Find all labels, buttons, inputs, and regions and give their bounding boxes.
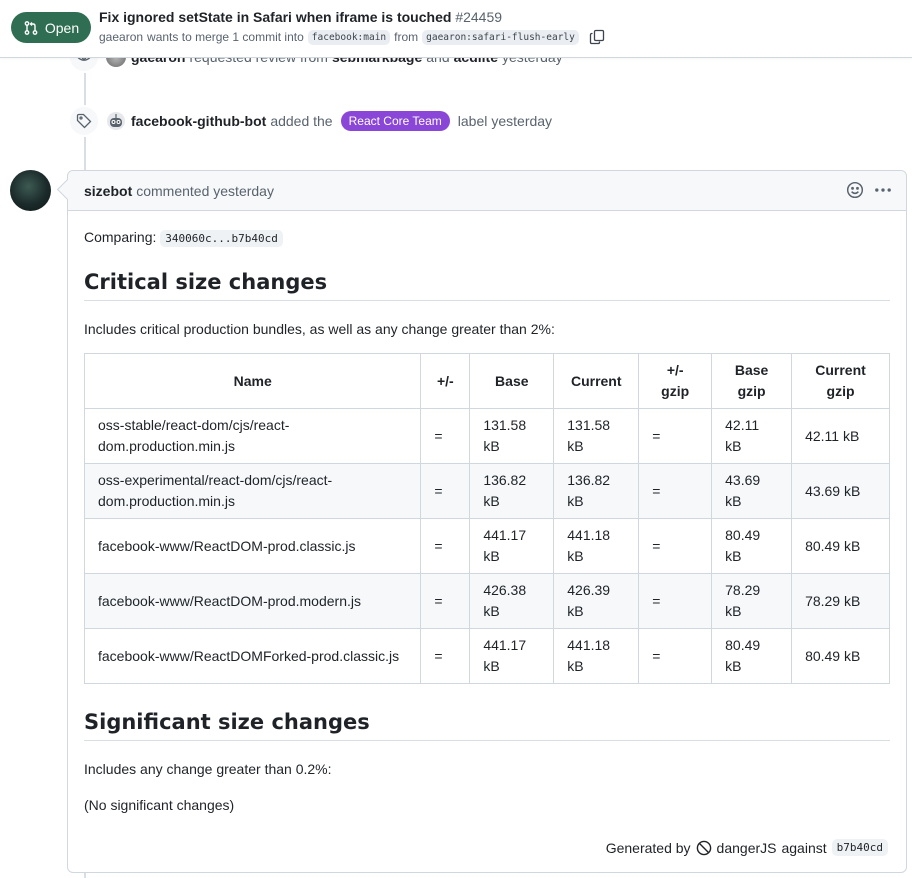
table-cell: =: [420, 573, 471, 629]
comparing-line: Comparing: 340060c...b7b40cd: [84, 229, 890, 247]
table-cell: 78.29 kB: [791, 573, 890, 629]
comment-header: sizebot commented yesterday: [68, 171, 906, 211]
comparing-value: 340060c...b7b40cd: [160, 230, 283, 247]
kebab-horizontal-icon[interactable]: [874, 181, 892, 199]
table-header: +/- gzip: [638, 353, 713, 409]
comment-timestamp[interactable]: commented yesterday: [136, 183, 274, 199]
danger-link[interactable]: dangerJS: [717, 840, 777, 856]
head-branch[interactable]: gaearon:safari-flush-early: [422, 29, 579, 45]
merge-text: wants to merge 1 commit into: [147, 30, 304, 44]
pr-sticky-header: Open Fix ignored setState in Safari when…: [0, 0, 912, 58]
table-cell: 80.49 kB: [711, 628, 793, 684]
timeline-actor[interactable]: facebook-github-bot: [131, 113, 266, 129]
table-cell: 42.11 kB: [791, 408, 890, 464]
table-cell: =: [638, 518, 713, 574]
table-cell: =: [420, 628, 471, 684]
timeline-time[interactable]: yesterday: [491, 113, 552, 129]
significant-description: Includes any change greater than 0.2%:: [84, 761, 332, 777]
table-cell: 131.58 kB: [469, 408, 555, 464]
table-cell: facebook-www/ReactDOMForked-prod.classic…: [83, 628, 422, 684]
table-cell: 136.82 kB: [469, 463, 555, 519]
footer-commit: b7b40cd: [831, 839, 888, 856]
table-cell: 441.18 kB: [553, 628, 640, 684]
base-branch[interactable]: facebook:main: [307, 29, 391, 45]
table-cell: 80.49 kB: [711, 518, 793, 574]
table-cell: 441.17 kB: [469, 518, 555, 574]
comment: sizebot commented yesterday Comparing: 3…: [67, 170, 907, 873]
table-cell: =: [420, 518, 471, 574]
comment-footer: Generated by dangerJS against b7b40cd: [606, 839, 888, 856]
table-header: Current: [553, 353, 640, 409]
table-cell: 43.69 kB: [711, 463, 793, 519]
pr-author[interactable]: gaearon: [99, 30, 143, 44]
footer-generated: Generated by: [605, 839, 691, 856]
table-row: facebook-www/ReactDOM-prod.modern.js = 426…: [83, 573, 890, 629]
table-header: Base gzip: [711, 353, 793, 409]
table-row: facebook-www/ReactDOMForked-prod.classic…: [83, 628, 890, 684]
table-cell: 78.29 kB: [711, 573, 793, 629]
table-cell: 131.58 kB: [553, 408, 640, 464]
table-cell: oss-experimental/react-dom/cjs/react-dom…: [83, 463, 422, 519]
avatar[interactable]: [10, 170, 51, 211]
timeline-badge: [68, 105, 100, 137]
table-cell: =: [638, 573, 713, 629]
pr-title[interactable]: Fix ignored setState in Safari when ifra…: [99, 9, 502, 25]
no-entry-icon: [696, 840, 711, 855]
table-row: facebook-www/ReactDOM-prod.classic.js = 44…: [83, 518, 890, 574]
robot-icon: [107, 112, 125, 130]
comment-body: Comparing: 340060c...b7b40cd Critical si…: [68, 211, 906, 813]
table-header-row: Name +/- Base Current +/- gzip Base gzip…: [83, 353, 890, 409]
table-cell: 43.69 kB: [791, 463, 890, 519]
size-table: Name +/- Base Current +/- gzip Base gzip…: [83, 353, 890, 684]
pr-state-badge: Open: [11, 12, 91, 43]
comment-author[interactable]: sizebot: [84, 183, 132, 199]
table-cell: 80.49 kB: [791, 628, 890, 684]
table-cell: =: [638, 628, 713, 684]
table-cell: 80.49 kB: [791, 518, 890, 574]
label-badge[interactable]: React Core Team: [340, 111, 450, 131]
table-cell: facebook-www/ReactDOM-prod.modern.js: [83, 573, 422, 629]
table-header: Base: [469, 353, 555, 409]
table-cell: 136.82 kB: [553, 463, 640, 519]
pr-meta: gaearon wants to merge 1 commit into fac…: [99, 29, 605, 45]
table-cell: 42.11 kB: [711, 408, 793, 464]
table-header: Name: [83, 353, 422, 409]
tag-icon: [76, 113, 92, 129]
significant-heading: Significant size changes: [84, 710, 890, 741]
smiley-icon[interactable]: [846, 181, 864, 199]
critical-heading: Critical size changes: [84, 270, 890, 301]
table-cell: 441.18 kB: [553, 518, 640, 574]
table-row: oss-experimental/react-dom/cjs/react-dom…: [83, 463, 890, 519]
pr-state-label: Open: [44, 19, 80, 36]
pull-request-icon: [24, 20, 38, 35]
timeline-label-added: facebook-github-bot added the React Core…: [68, 105, 556, 137]
table-cell: oss-stable/react-dom/cjs/react-dom.produ…: [83, 408, 422, 464]
table-header: +/-: [420, 353, 471, 409]
table-cell: 426.38 kB: [469, 573, 555, 629]
table-cell: =: [420, 463, 471, 519]
from-text: from: [394, 30, 419, 44]
comment-actions: [846, 181, 892, 199]
table-cell: =: [420, 408, 471, 464]
table-cell: 426.39 kB: [553, 573, 640, 629]
table-cell: 441.17 kB: [469, 628, 555, 684]
pr-title-text: Fix ignored setState in Safari when ifra…: [99, 9, 452, 25]
pr-number: #24459: [455, 9, 503, 25]
table-cell: facebook-www/ReactDOM-prod.classic.js: [83, 518, 422, 574]
table-cell: =: [638, 463, 713, 519]
table-row: oss-stable/react-dom/cjs/react-dom.produ…: [83, 408, 890, 464]
no-changes-text: (No significant changes): [84, 797, 235, 813]
comparing-label: Comparing:: [84, 229, 157, 245]
table-header: Current gzip: [791, 353, 890, 409]
bot-avatar[interactable]: [106, 111, 126, 131]
copy-icon[interactable]: [589, 29, 605, 45]
critical-description: Includes critical production bundles, as…: [84, 321, 555, 337]
timeline-label-suffix: label: [457, 113, 488, 129]
footer-against: against: [781, 839, 827, 856]
timeline-text: added the: [270, 113, 333, 129]
table-cell: =: [638, 408, 713, 464]
